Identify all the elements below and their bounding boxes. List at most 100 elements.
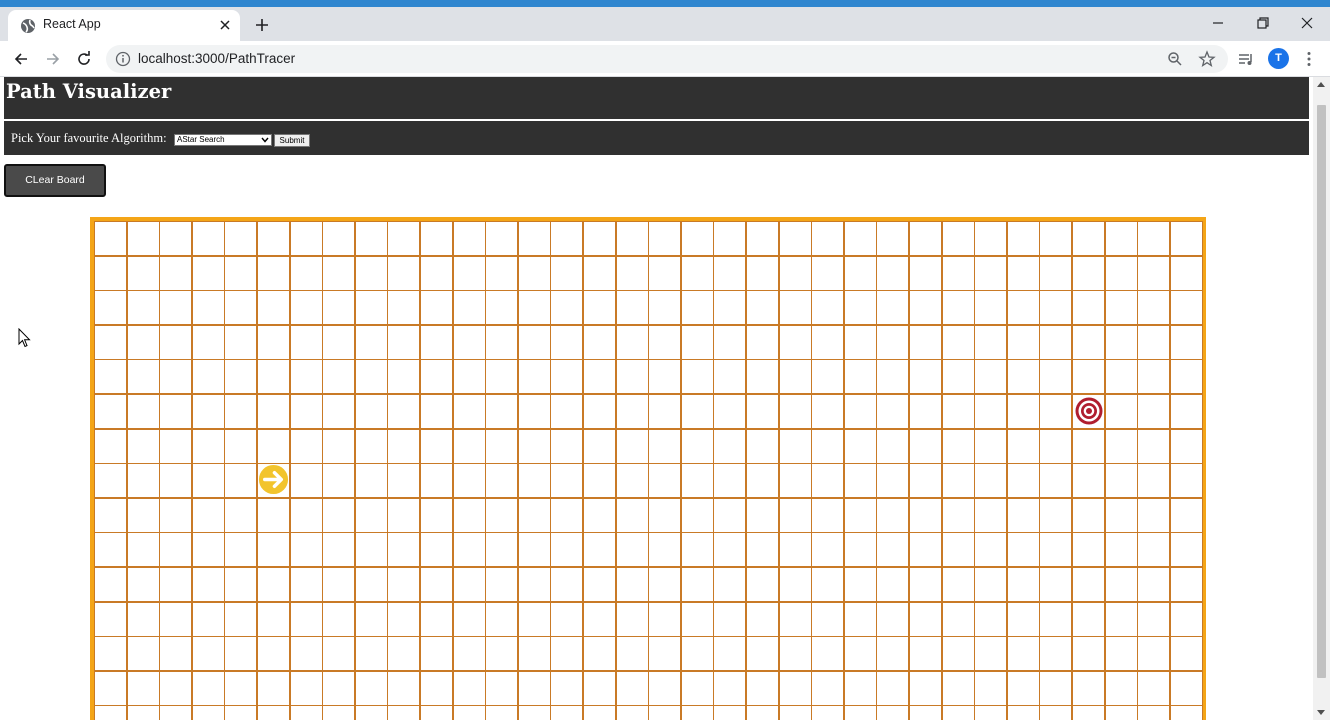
grid-cell[interactable]	[583, 359, 616, 395]
grid-cell[interactable]	[1169, 428, 1203, 464]
grid-cell[interactable]	[550, 394, 584, 429]
grid-cell[interactable]	[974, 394, 1008, 429]
grid-cell[interactable]	[1169, 497, 1203, 533]
grid-cell[interactable]	[1169, 324, 1203, 360]
grid-cell[interactable]	[615, 221, 649, 256]
grid-cell[interactable]	[778, 567, 812, 602]
profile-avatar[interactable]: T	[1268, 48, 1289, 69]
grid-cell[interactable]	[1039, 532, 1073, 568]
grid-cell[interactable]	[420, 255, 453, 291]
grid-cell[interactable]	[713, 463, 747, 499]
grid-cell[interactable]	[387, 221, 421, 256]
grid-cell[interactable]	[452, 463, 486, 499]
grid-cell[interactable]	[941, 221, 975, 256]
grid-cell[interactable]	[583, 290, 616, 326]
grid-cell[interactable]	[811, 255, 845, 291]
grid-cell[interactable]	[257, 705, 290, 720]
grid-cell[interactable]	[387, 255, 421, 291]
grid-cell[interactable]	[224, 290, 258, 326]
grid-cell[interactable]	[224, 255, 258, 291]
grid-cell[interactable]	[974, 359, 1008, 395]
grid-cell[interactable]	[1039, 636, 1073, 672]
grid-cell[interactable]	[1104, 532, 1138, 568]
grid-cell[interactable]	[811, 463, 845, 499]
grid-cell[interactable]	[583, 497, 616, 533]
grid-cell[interactable]	[648, 394, 682, 429]
grid-cell[interactable]	[811, 497, 845, 533]
grid-cell[interactable]	[648, 636, 682, 672]
grid-cell[interactable]	[452, 428, 486, 464]
grid-cell[interactable]	[615, 290, 649, 326]
grid-cell[interactable]	[876, 221, 910, 256]
grid-cell[interactable]	[974, 221, 1008, 256]
grid-cell[interactable]	[680, 497, 714, 533]
grid-cell[interactable]	[126, 324, 160, 360]
grid-cell[interactable]	[159, 290, 193, 326]
grid-cell[interactable]	[322, 428, 356, 464]
grid-cell[interactable]	[485, 221, 519, 256]
grid-cell[interactable]	[583, 601, 616, 637]
grid-cell[interactable]	[94, 359, 127, 395]
grid-cell[interactable]	[387, 567, 421, 602]
grid-cell[interactable]	[583, 463, 616, 499]
grid-cell[interactable]	[159, 532, 193, 568]
grid-cell[interactable]	[257, 290, 290, 326]
grid-cell[interactable]	[648, 670, 682, 706]
grid-cell[interactable]	[354, 670, 388, 706]
grid-cell[interactable]	[1006, 601, 1040, 637]
grid-cell[interactable]	[941, 359, 975, 395]
grid-cell[interactable]	[974, 705, 1008, 720]
grid-cell[interactable]	[1137, 394, 1171, 429]
grid-cell[interactable]	[159, 324, 193, 360]
grid-cell[interactable]	[126, 601, 160, 637]
grid-cell[interactable]	[224, 636, 258, 672]
grid-cell[interactable]	[550, 636, 584, 672]
grid-cell[interactable]	[680, 601, 714, 637]
grid-cell[interactable]	[811, 670, 845, 706]
grid-cell[interactable]	[420, 221, 453, 256]
grid-cell[interactable]	[909, 463, 942, 499]
grid-cell[interactable]	[550, 567, 584, 602]
grid-cell[interactable]	[289, 463, 323, 499]
grid-cell[interactable]	[224, 670, 258, 706]
grid-cell[interactable]	[517, 670, 551, 706]
grid-cell[interactable]	[485, 255, 519, 291]
grid-cell[interactable]	[843, 394, 877, 429]
grid-cell[interactable]	[1169, 463, 1203, 499]
grid-cell[interactable]	[420, 324, 453, 360]
grid-cell[interactable]	[191, 221, 225, 256]
grid-cell[interactable]	[583, 255, 616, 291]
grid-cell[interactable]	[778, 255, 812, 291]
grid-cell[interactable]	[354, 463, 388, 499]
grid-cell[interactable]	[126, 497, 160, 533]
close-tab-icon[interactable]	[216, 16, 234, 34]
grid-cell[interactable]	[289, 497, 323, 533]
grid-cell[interactable]	[257, 221, 290, 256]
grid-cell[interactable]	[909, 324, 942, 360]
grid-cell[interactable]	[550, 290, 584, 326]
grid-cell[interactable]	[941, 428, 975, 464]
grid-cell[interactable]	[1039, 670, 1073, 706]
grid-cell[interactable]	[322, 359, 356, 395]
more-menu-icon[interactable]	[1299, 49, 1319, 69]
grid-cell[interactable]	[387, 428, 421, 464]
grid-cell[interactable]	[1169, 567, 1203, 602]
grid-cell[interactable]	[289, 636, 323, 672]
grid-cell[interactable]	[680, 670, 714, 706]
grid-cell[interactable]	[485, 705, 519, 720]
grid-cell[interactable]	[322, 463, 356, 499]
grid-cell[interactable]	[778, 670, 812, 706]
grid-cell[interactable]	[941, 636, 975, 672]
grid-cell[interactable]	[420, 359, 453, 395]
grid-cell[interactable]	[159, 670, 193, 706]
grid-cell[interactable]	[713, 532, 747, 568]
grid-cell[interactable]	[126, 221, 160, 256]
grid-cell[interactable]	[843, 324, 877, 360]
grid-cell[interactable]	[909, 497, 942, 533]
grid-cell[interactable]	[746, 290, 779, 326]
grid-cell[interactable]	[289, 359, 323, 395]
grid-cell[interactable]	[843, 497, 877, 533]
grid-cell[interactable]	[1104, 221, 1138, 256]
grid-cell[interactable]	[876, 463, 910, 499]
grid-cell[interactable]	[387, 532, 421, 568]
